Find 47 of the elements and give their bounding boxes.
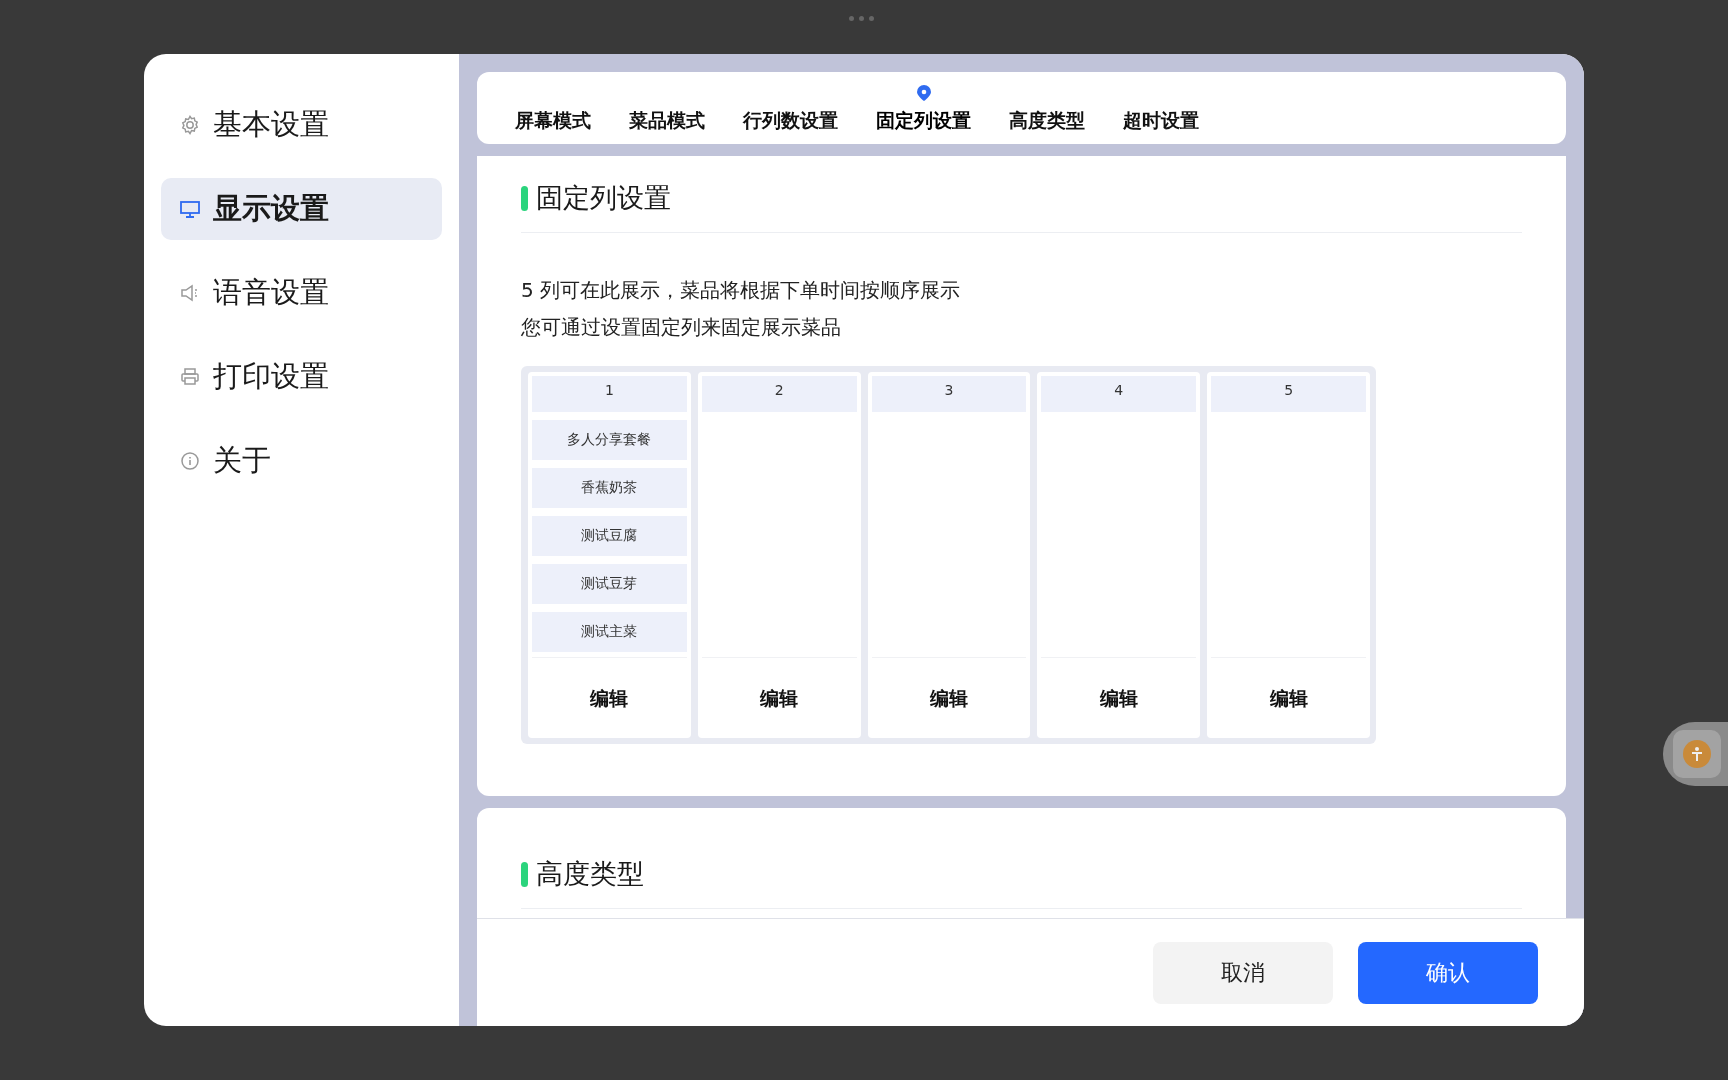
tab[interactable]: 屏幕模式 (515, 106, 591, 136)
sidebar-item-label: 关于 (213, 442, 271, 479)
sidebar-item[interactable]: 打印设置 (161, 346, 442, 408)
section-title: 固定列设置 (536, 181, 671, 215)
edit-button[interactable]: 编辑 (1211, 660, 1366, 738)
tab[interactable]: 高度类型 (1009, 106, 1085, 136)
drag-handle-icon[interactable] (849, 16, 874, 21)
accent-bar (521, 861, 528, 887)
sidebar-item[interactable]: 语音设置 (161, 262, 442, 324)
sidebar-item-label: 基本设置 (213, 106, 329, 143)
cancel-button[interactable]: 取消 (1153, 941, 1333, 1004)
edit-button[interactable]: 编辑 (1041, 660, 1197, 738)
edit-button[interactable]: 编辑 (532, 660, 687, 738)
dish-item: 测试豆腐 (532, 516, 687, 556)
dish-item: 测试豆芽 (532, 564, 687, 604)
column-header: 3 (871, 376, 1027, 412)
info-icon (179, 450, 201, 472)
dish-item: 香蕉奶茶 (532, 468, 687, 508)
accessibility-button[interactable] (1663, 722, 1728, 786)
sidebar-item-label: 显示设置 (213, 190, 329, 227)
dish-item: 测试主菜 (532, 612, 687, 652)
accent-bar (521, 185, 528, 211)
tab[interactable]: 行列数设置 (743, 106, 838, 136)
section-title: 高度类型 (536, 857, 644, 891)
confirm-button[interactable]: 确认 (1358, 941, 1538, 1004)
sidebar-item[interactable]: 显示设置 (161, 178, 442, 240)
sidebar-item-label: 语音设置 (213, 274, 329, 311)
column-header: 2 (701, 376, 857, 412)
location-pin-icon (915, 84, 932, 102)
column-header: 4 (1041, 376, 1197, 412)
edit-button[interactable]: 编辑 (871, 660, 1027, 738)
description-text: 5 列可在此展示，菜品将根据下单时间按顺序展示 (521, 277, 962, 304)
tab[interactable]: 固定列设置 (876, 106, 971, 136)
monitor-icon (179, 198, 201, 220)
sidebar-item-label: 打印设置 (213, 358, 329, 395)
sidebar-item[interactable]: 关于 (161, 430, 442, 492)
gear-icon (179, 114, 201, 136)
person-icon (1683, 740, 1711, 768)
tab[interactable]: 菜品模式 (629, 106, 705, 136)
column-header: 1 (532, 376, 687, 412)
tab[interactable]: 超时设置 (1123, 106, 1199, 136)
edit-button[interactable]: 编辑 (701, 660, 857, 738)
dish-item: 多人分享套餐 (532, 420, 687, 460)
printer-icon (179, 366, 201, 388)
sidebar-item[interactable]: 基本设置 (161, 94, 442, 156)
column-header: 5 (1211, 376, 1366, 412)
description-text: 您可通过设置固定列来固定展示菜品 (521, 314, 842, 341)
